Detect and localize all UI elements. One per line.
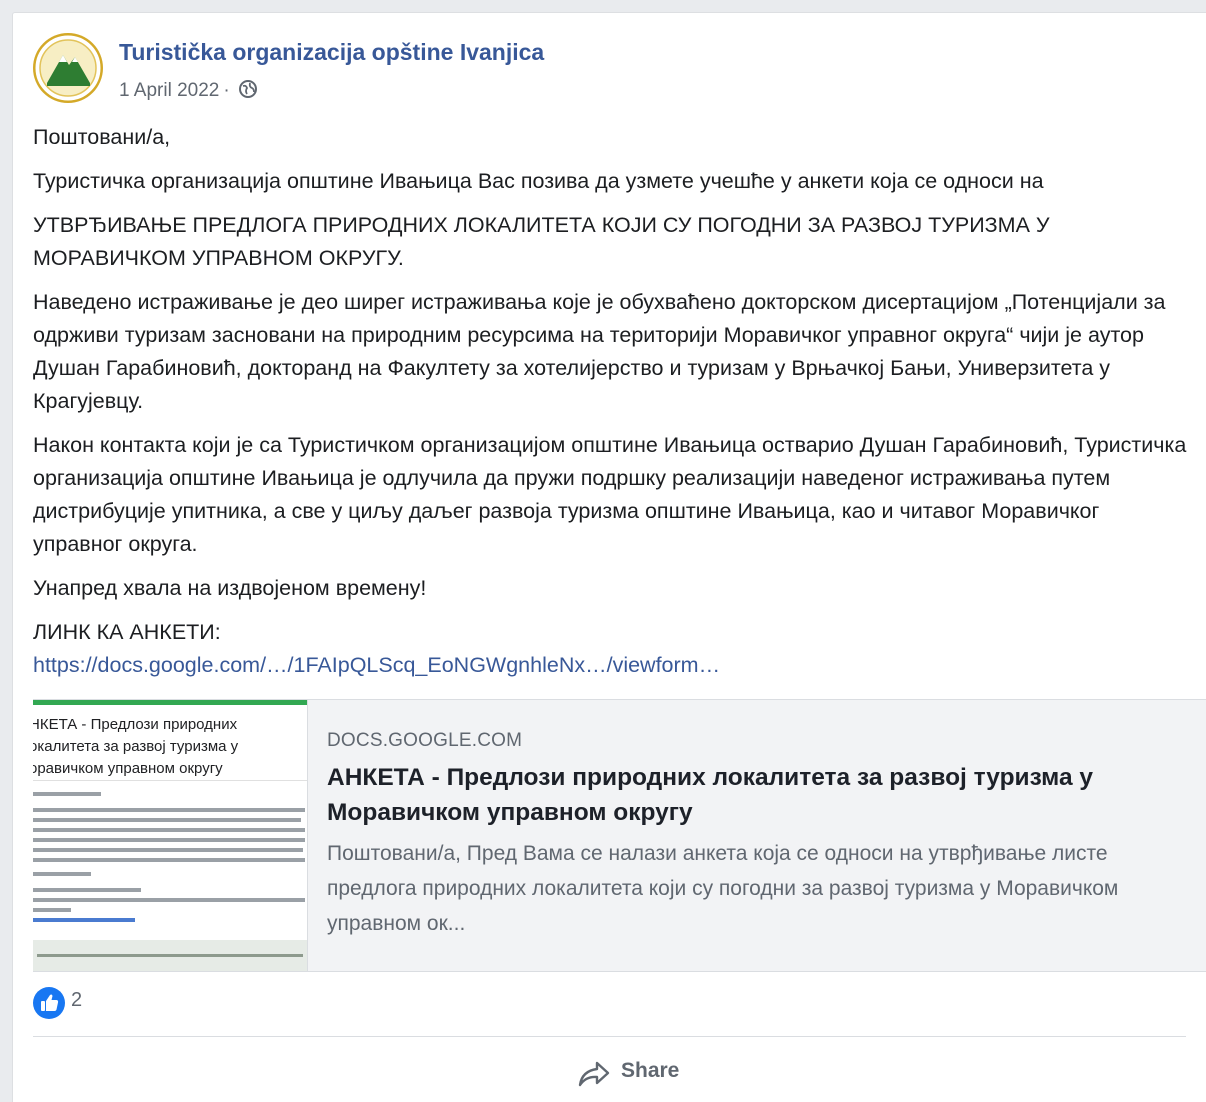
thumbnail-title: НКЕТА - Предлози природних окалитета за …	[33, 716, 239, 777]
post-paragraph: УТВРЂИВАЊЕ ПРЕДЛОГА ПРИРОДНИХ ЛОКАЛИТЕТА…	[33, 213, 1050, 270]
share-arrow-icon	[577, 1059, 611, 1094]
thumbnail-text-line	[33, 858, 305, 862]
survey-link[interactable]: https://docs.google.com/…/1FAIpQLScq_EoN…	[33, 653, 720, 677]
actions-divider	[33, 1036, 1186, 1037]
post-paragraph: Туристичка организација општине Ивањица …	[33, 169, 1044, 193]
thumbnail-email-line	[33, 918, 135, 922]
thumbnail-accent-bar	[33, 700, 307, 705]
post-message: Поштовани/а, Туристичка организација опш…	[33, 121, 1193, 693]
organization-logo-icon	[33, 33, 103, 103]
link-label: ЛИНК КА АНКЕТИ:	[33, 620, 221, 644]
thumbnail-text-line	[33, 848, 303, 852]
post-date[interactable]: 1 April 2022	[119, 80, 219, 101]
thumbnail-text-line	[33, 898, 305, 902]
meta-separator: ·	[223, 80, 230, 101]
thumbnail-text-line	[33, 792, 101, 796]
post-paragraph: Унапред хвала на издвојеном времену!	[33, 576, 427, 600]
post-header: Turistička organizacija opštine Ivanjica…	[33, 33, 933, 105]
page-name-link[interactable]: Turistička organizacija opštine Ivanjica	[119, 39, 544, 66]
thumbnail-text-line	[33, 808, 305, 812]
page-avatar[interactable]	[33, 33, 103, 103]
thumbnail-text-line	[33, 888, 141, 892]
preview-description: Поштовани/а, Пред Вама се налази анкета …	[327, 842, 1119, 935]
preview-domain: DOCS.GOOGLE.COM	[327, 730, 523, 751]
share-button[interactable]: Share	[573, 1053, 693, 1093]
post-card: Turistička organizacija opštine Ivanjica…	[12, 12, 1206, 1102]
link-preview-card[interactable]: НКЕТА - Предлози природних окалитета за …	[33, 699, 1206, 972]
thumbnail-text-line	[33, 908, 71, 912]
post-meta: 1 April 2022 ·	[119, 79, 258, 105]
preview-thumbnail: НКЕТА - Предлози природних окалитета за …	[33, 700, 308, 971]
globe-icon[interactable]	[238, 79, 258, 105]
thumbnail-text-line	[33, 872, 91, 876]
thumbnail-divider	[33, 780, 307, 781]
post-paragraph: Поштовани/а,	[33, 125, 171, 149]
like-count: 2	[71, 989, 83, 1011]
like-icon	[33, 987, 65, 1024]
thumbnail-text-line	[33, 818, 301, 822]
post-paragraph: Наведено истраживање је део ширег истраж…	[33, 290, 1166, 413]
thumbnail-text-line	[33, 828, 305, 832]
post-paragraph: Након контакта који је са Туристичком ор…	[33, 433, 1187, 556]
preview-title[interactable]: АНКЕТА - Предлози природних локалитета з…	[327, 760, 1187, 830]
share-label: Share	[621, 1059, 680, 1082]
thumbnail-text-line	[33, 838, 305, 842]
thumbnail-footer-text	[37, 954, 303, 957]
